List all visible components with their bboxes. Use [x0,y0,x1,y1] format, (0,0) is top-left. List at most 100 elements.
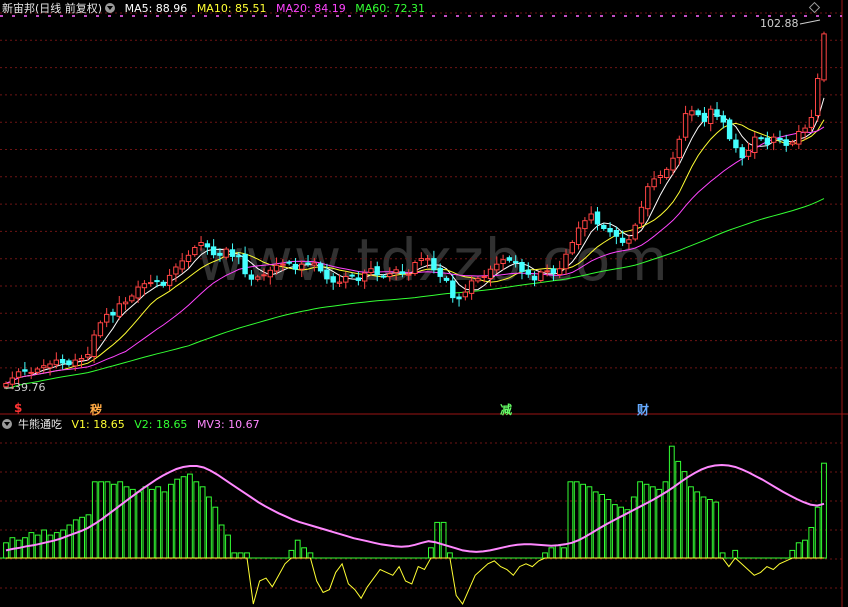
indicator-bar [637,481,644,559]
candle-body [53,359,59,366]
candle-body [815,78,821,116]
candle-body [173,266,179,275]
candle-body [374,266,380,276]
candle-body [506,257,513,261]
candle-body [192,247,198,256]
candle-body [160,281,167,286]
indicator-bar [719,552,726,559]
candle-body [569,242,575,254]
indicator-bar [821,462,827,559]
candle-body [85,354,91,358]
ma5-label: MA5: 88.96 [124,2,188,15]
indicator-bar [79,516,85,559]
candle-body [475,278,481,282]
indicator-bar [808,527,815,559]
indicator-bar [428,547,434,559]
candle-body [764,137,771,145]
candle-body [59,359,66,364]
low-price-label: 39.76 [14,381,46,394]
candle-body [336,281,343,284]
indicator-bar [225,534,231,559]
mv3-label: MV3: 10.67 [196,418,260,431]
ma20-label: MA20: 84.19 [276,2,346,15]
candle-body [129,295,135,302]
candle-body [72,359,78,367]
candle-body [538,271,544,281]
v2-label: V2: 18.65 [134,418,188,431]
indicator-bar [91,481,98,559]
candle-body [311,262,318,266]
candle-body [632,224,638,240]
candle-body [324,269,330,280]
candle-body [223,248,229,258]
indicator-bar [688,486,694,559]
indicator-bar [554,544,561,559]
candle-body [626,239,632,244]
kline-chart[interactable] [0,0,848,607]
candle-body [305,262,311,265]
candle-body [752,136,758,154]
candle-body [229,249,236,257]
candle-body [557,268,563,276]
signal-marker: $ [14,401,23,415]
indicator-bar [110,483,117,559]
dropdown-icon[interactable] [2,419,12,429]
candle-body [217,252,223,256]
candle-body [362,272,368,282]
candle-body [777,137,783,141]
indicator-bar [656,488,663,559]
candle-body [292,263,299,270]
candle-body [424,258,431,261]
v1-line [6,557,824,605]
candle-body [525,269,531,275]
candle-body [236,255,242,258]
chart-decor [4,1,821,389]
candle-body [771,136,777,143]
indicator-bar [592,491,599,559]
candle-body [664,168,670,178]
candle-body [563,253,569,270]
candle-body [166,274,173,286]
ma10-label: MA10: 85.51 [196,2,267,15]
indicator-bar [586,486,593,559]
candle-body [412,262,418,274]
indicator-title: 牛熊通吃 [18,418,62,431]
indicator-bar [60,529,67,559]
indicator-bar [104,481,111,559]
candle-body [695,110,701,116]
candle-body [91,334,97,357]
indicator-bar [155,486,162,559]
indicator-bar [161,491,168,559]
indicator-bar [47,534,54,559]
candle-body [299,263,305,270]
high-price-label: 102.88 [760,17,799,30]
candle-body [135,286,141,299]
candle-body [242,253,248,275]
dropdown-icon[interactable] [105,3,116,13]
indicator-bar [34,534,41,559]
indicator-bar [440,521,447,559]
indicator-bar [174,478,181,559]
candle-body [531,275,538,281]
indicator-bar [561,547,567,559]
candle-body [682,113,689,138]
candle-body [154,280,160,283]
candle-body [387,273,393,278]
candle-body [185,254,192,263]
candle-body [78,358,85,361]
candle-body [468,280,475,294]
chart-title: 新宙邦(日线 前复权) [2,2,103,15]
indicator-bar [707,499,713,559]
indicator-bar [611,504,618,559]
candle-body [513,261,519,264]
candle-body [210,246,217,256]
candle-body [519,262,525,272]
candle-body [255,276,261,280]
candle-body [657,175,664,178]
candle-body [544,270,550,273]
indicator-bar [732,549,739,559]
candle-body [758,137,764,140]
candle-body [462,291,469,298]
ma60-label: MA60: 72.31 [355,2,425,15]
candle-body [122,301,129,305]
